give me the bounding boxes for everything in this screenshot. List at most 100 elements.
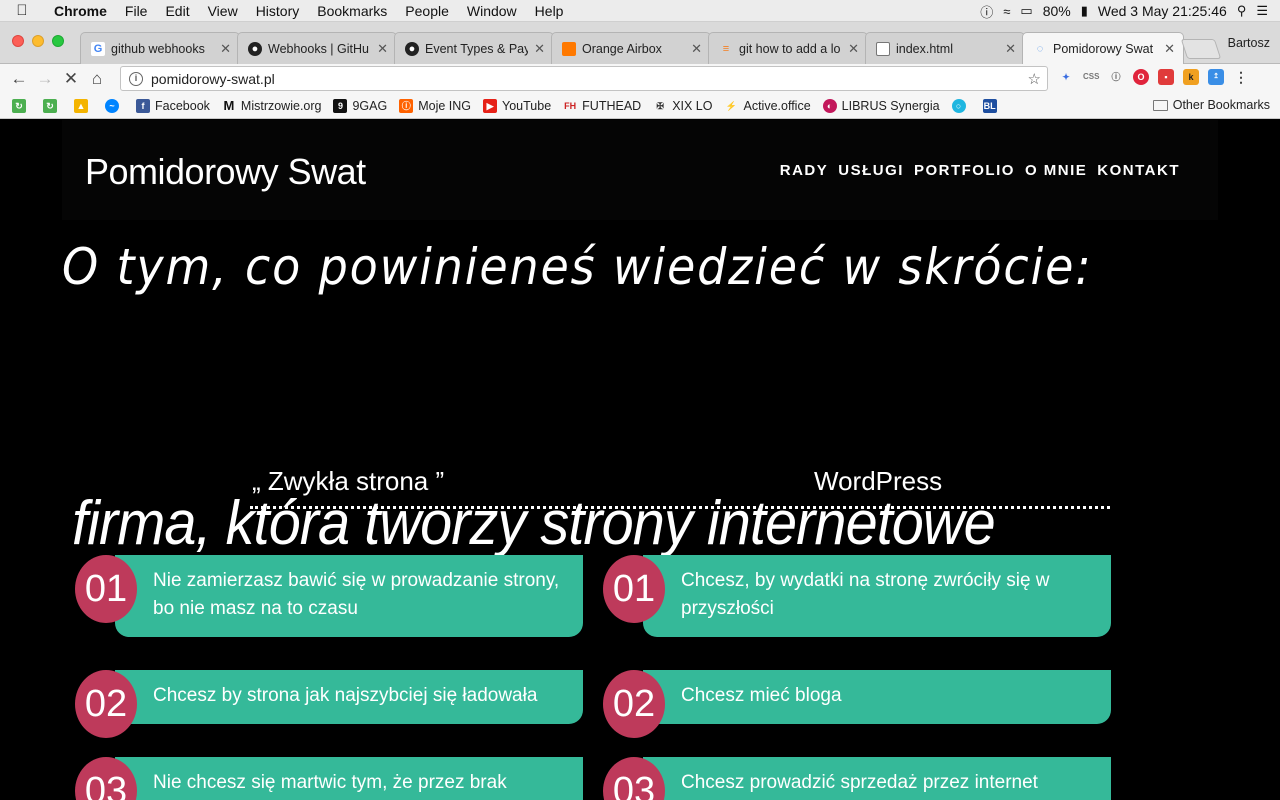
- bookmark-item[interactable]: ○: [951, 98, 971, 113]
- info-status-icon[interactable]: ⓘ: [980, 2, 993, 21]
- site-info-icon[interactable]: i: [129, 71, 143, 86]
- bookmark-mistrzowie[interactable]: M Mistrzowie.org: [222, 97, 321, 113]
- librus-icon: ◐: [822, 98, 837, 113]
- item-number: 01: [603, 555, 665, 623]
- url-text[interactable]: pomidorowy-swat.pl: [151, 71, 275, 87]
- tab-event-types[interactable]: ● Event Types & Pay ✕: [394, 32, 554, 64]
- item-text: Chcesz by strona jak najszybciej się ład…: [115, 670, 583, 724]
- close-tab-icon[interactable]: ✕: [1005, 41, 1016, 57]
- close-tab-icon[interactable]: ✕: [534, 41, 545, 57]
- overlay-tagline: firma, która tworzy strony internetowe: [72, 489, 996, 558]
- window-controls: [12, 35, 64, 47]
- menu-help[interactable]: Help: [526, 0, 573, 22]
- nav-portfolio[interactable]: PORTFOLIO: [914, 162, 1015, 179]
- pin-extension-icon[interactable]: ✦: [1058, 69, 1074, 85]
- notification-center-icon[interactable]: ☰: [1256, 3, 1268, 19]
- apple-icon[interactable]: : [0, 2, 44, 19]
- k-extension-icon[interactable]: k: [1183, 69, 1199, 85]
- bl-icon: BL: [982, 98, 997, 113]
- menu-view[interactable]: View: [199, 0, 247, 22]
- ing-icon: ⓘ: [399, 98, 414, 113]
- site-logo[interactable]: Pomidorowy Swat: [85, 151, 366, 193]
- stackoverflow-icon: ≡: [722, 42, 730, 55]
- tab-git-stackoverflow[interactable]: ≡ git how to add a lo ✕: [708, 32, 868, 64]
- bookmark-star-icon[interactable]: ☆: [1028, 70, 1041, 88]
- facebook-icon: f: [136, 98, 150, 113]
- github-icon: ●: [248, 41, 262, 56]
- bookmark-9gag[interactable]: 9 9GAG: [333, 98, 387, 113]
- bookmark-label: FUTHEAD: [582, 98, 642, 113]
- mistrzowie-icon: M: [223, 97, 235, 113]
- new-tab-button[interactable]: [1180, 39, 1222, 59]
- tab-pomidorowy-swat[interactable]: ◌ Pomidorowy Swat ✕: [1022, 32, 1184, 65]
- minimize-window-button[interactable]: [32, 35, 44, 47]
- back-arrow-icon[interactable]: ←: [6, 69, 32, 89]
- nav-rady[interactable]: RADY: [780, 162, 829, 179]
- airplay-icon[interactable]: ▭: [1020, 3, 1032, 19]
- menu-file[interactable]: File: [116, 0, 157, 22]
- menu-window[interactable]: Window: [458, 0, 526, 22]
- spotlight-search-icon[interactable]: ⚲: [1237, 3, 1247, 19]
- menu-history[interactable]: History: [247, 0, 309, 22]
- battery-percent[interactable]: 80%: [1043, 3, 1071, 19]
- tab-title: index.html: [896, 41, 953, 56]
- 9gag-icon: 9: [333, 98, 348, 113]
- bookmark-item[interactable]: ↻: [43, 98, 62, 113]
- close-tab-icon[interactable]: ✕: [848, 41, 859, 57]
- tab-index-html[interactable]: index.html ✕: [865, 32, 1025, 64]
- info-extension-icon[interactable]: ⓘ: [1108, 69, 1124, 85]
- menu-edit[interactable]: Edit: [156, 0, 198, 22]
- bookmark-xix-lo[interactable]: ✠ XIX LO: [653, 99, 712, 113]
- menu-app-chrome[interactable]: Chrome: [44, 0, 116, 22]
- address-bar[interactable]: i pomidorowy-swat.pl ☆: [120, 66, 1048, 91]
- bookmark-active-office[interactable]: ⚡ Active.office: [724, 99, 811, 113]
- menu-bookmarks[interactable]: Bookmarks: [308, 0, 396, 22]
- menu-more-icon[interactable]: ⋮: [1233, 69, 1249, 85]
- bookmarks-bar: ↻ ↻ ▲ ~ f Facebook M Mistrzowie.org 9 9GAG …: [0, 93, 1280, 119]
- bookmark-item[interactable]: ▲: [74, 98, 93, 113]
- orange-icon: [562, 41, 576, 56]
- item-number: 02: [75, 670, 137, 738]
- bookmark-facebook[interactable]: f Facebook: [136, 98, 210, 113]
- opera-extension-icon[interactable]: O: [1133, 69, 1149, 85]
- bookmark-futhead[interactable]: FH FUTHEAD: [563, 99, 641, 113]
- other-bookmarks[interactable]: Other Bookmarks: [1152, 98, 1270, 112]
- tab-github-webhooks[interactable]: G github webhooks ✕: [80, 32, 240, 64]
- bookmark-item[interactable]: ↻: [12, 98, 31, 113]
- bookmark-ing[interactable]: ⓘ Moje ING: [399, 98, 472, 113]
- item-text: Chcesz mieć bloga: [643, 670, 1111, 724]
- profile-button[interactable]: Bartosz: [1228, 36, 1270, 50]
- close-tab-icon[interactable]: ✕: [1164, 41, 1175, 57]
- clock[interactable]: Wed 3 May 21:25:46: [1098, 3, 1227, 19]
- close-window-button[interactable]: [12, 35, 24, 47]
- bookmark-label: Moje ING: [418, 98, 472, 113]
- bookmark-youtube[interactable]: ▶ YouTube: [483, 98, 551, 113]
- bookmark-librus[interactable]: ◐ LIBRUS Synergia: [822, 98, 940, 113]
- close-tab-icon[interactable]: ✕: [377, 41, 388, 57]
- web-page: Pomidorowy Swat RADY USŁUGI PORTFOLIO O …: [0, 120, 1280, 800]
- extension-icons: ✦ CSS ⓘ O ▪ k ↥ ⋮: [1058, 69, 1249, 85]
- zoom-window-button[interactable]: [52, 35, 64, 47]
- nav-uslugi[interactable]: USŁUGI: [838, 162, 904, 179]
- drive-icon: ▲: [74, 98, 88, 113]
- home-icon[interactable]: ⌂: [84, 69, 110, 89]
- close-tab-icon[interactable]: ✕: [691, 41, 702, 57]
- activeoffice-icon: ⚡: [725, 100, 738, 111]
- close-tab-icon[interactable]: ✕: [220, 41, 231, 57]
- tab-orange-airbox[interactable]: Orange Airbox ✕: [551, 32, 711, 64]
- stop-loading-icon[interactable]: ✕: [58, 69, 84, 89]
- nav-kontakt[interactable]: KONTAKT: [1097, 162, 1180, 179]
- pocket-extension-icon[interactable]: ▪: [1158, 69, 1174, 85]
- browser-toolbar: ← → ✕ ⌂ i pomidorowy-swat.pl ☆ ✦ CSS ⓘ O…: [0, 64, 1280, 93]
- bookmark-item[interactable]: BL: [982, 98, 1002, 113]
- menu-people[interactable]: People: [396, 0, 458, 22]
- tab-webhooks-github[interactable]: ● Webhooks | GitHu ✕: [237, 32, 397, 64]
- item-text: Chcesz prowadzić sprzedaż przez internet: [643, 757, 1111, 800]
- forward-arrow-icon[interactable]: →: [32, 69, 58, 89]
- timer-extension-icon[interactable]: ↥: [1208, 69, 1224, 85]
- bookmark-item[interactable]: ~: [105, 98, 124, 113]
- item-number: 01: [75, 555, 137, 623]
- nav-o-mnie[interactable]: O MNIE: [1025, 162, 1087, 179]
- wifi-icon[interactable]: ≈: [1003, 4, 1010, 19]
- css-extension-icon[interactable]: CSS: [1083, 69, 1099, 85]
